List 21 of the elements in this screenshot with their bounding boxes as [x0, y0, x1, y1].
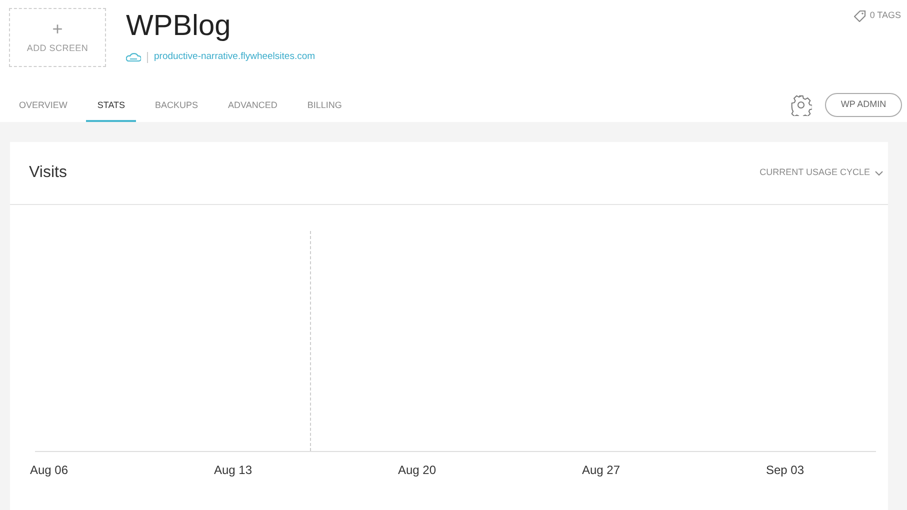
x-axis-label: Sep 03 — [766, 462, 804, 479]
x-axis-label: Aug 06 — [30, 462, 68, 479]
x-axis-label: Aug 20 — [398, 462, 436, 479]
tab[interactable]: ADVANCED — [217, 92, 288, 122]
wp-admin-button[interactable]: WP ADMIN — [825, 93, 902, 117]
x-axis-label: Aug 27 — [582, 462, 620, 479]
x-axis-label: Aug 13 — [214, 462, 252, 479]
tab[interactable]: OVERVIEW — [8, 92, 78, 122]
cloud-icon — [126, 52, 141, 62]
settings-icon[interactable] — [790, 94, 812, 116]
chevron-down-icon — [875, 170, 883, 176]
tab[interactable]: BACKUPS — [144, 92, 210, 122]
site-url-link[interactable]: productive-narrative.flywheelsites.com — [154, 50, 316, 64]
tab[interactable]: STATS — [86, 92, 136, 122]
add-screen-button[interactable]: + ADD SCREEN — [9, 8, 106, 67]
tag-icon — [854, 10, 866, 22]
tags-count[interactable]: 0 TAGS — [870, 9, 901, 22]
site-title: WPBlog — [126, 9, 231, 44]
usage-cycle-dropdown[interactable]: CURRENT USAGE CYCLE — [760, 166, 883, 180]
tab[interactable]: BILLING — [296, 92, 353, 122]
card-title: Visits — [29, 163, 67, 183]
